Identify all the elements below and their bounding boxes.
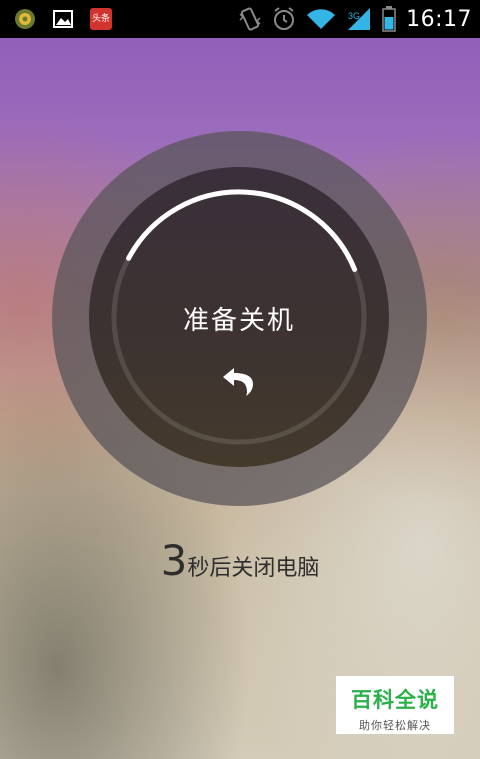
system-icons: 3G 16:17 (238, 4, 472, 34)
watermark-subtitle: 助你轻松解决 (359, 719, 431, 732)
puzzle-icon (15, 9, 35, 29)
countdown-text: 秒后关闭电脑 (187, 556, 320, 581)
wifi-icon (307, 9, 336, 29)
news-app-icon: 头条 (90, 8, 112, 30)
undo-arrow-icon[interactable] (220, 362, 258, 400)
status-clock: 16:17 (406, 6, 472, 32)
svg-text:3G: 3G (348, 11, 360, 21)
alarm-icon (274, 7, 295, 30)
shutdown-title: 准备关机 (182, 306, 295, 336)
vibrate-icon (239, 7, 261, 31)
image-icon (53, 10, 73, 28)
watermark-title: 百科全说 (351, 688, 439, 712)
notification-icons: 头条 (14, 8, 112, 30)
news-app-label: 头条 (91, 14, 110, 24)
signal-icon: 3G (348, 8, 371, 30)
countdown-number: 3 (160, 536, 188, 585)
battery-icon (382, 6, 396, 32)
watermark: 百科全说 助你轻松解决 (336, 676, 454, 734)
status-bar: 头条 3G 16:17 (0, 0, 480, 38)
countdown-message: 3秒后关闭电脑 (0, 536, 480, 585)
